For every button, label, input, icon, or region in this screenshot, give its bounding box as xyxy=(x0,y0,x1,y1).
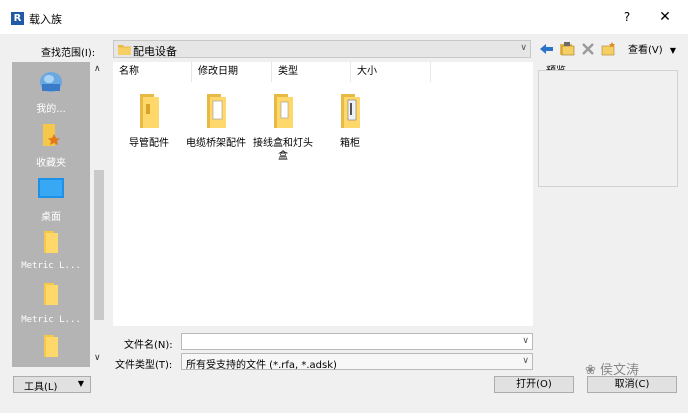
filename-input[interactable]: ∨ xyxy=(181,333,533,350)
dialog-title: 载入族 xyxy=(29,13,62,26)
lookin-dropdown[interactable]: 配电设备 ∨ xyxy=(113,40,531,58)
file-item-cabinets[interactable]: 箱柜 xyxy=(317,92,383,150)
favorites-icon xyxy=(43,124,60,146)
view-label: 查看(V) xyxy=(628,45,663,56)
scrollbar-thumb[interactable] xyxy=(94,170,104,320)
open-button[interactable]: 打开(O) xyxy=(494,376,574,393)
file-name: 接线盒和灯头盒 xyxy=(253,138,313,162)
caret-down-icon: ▼ xyxy=(77,379,84,388)
caret-down-icon: ▼ xyxy=(669,46,676,55)
delete-icon[interactable] xyxy=(580,41,596,57)
up-folder-icon[interactable] xyxy=(559,41,575,57)
computer-icon xyxy=(40,72,62,92)
column-header-size[interactable]: 大小 xyxy=(351,62,431,82)
folder-icon xyxy=(207,94,226,128)
file-name: 箱柜 xyxy=(340,138,360,149)
column-header-type[interactable]: 类型 xyxy=(272,62,351,82)
watermark: ❀ 侯文涛 xyxy=(585,359,639,378)
folder-icon xyxy=(341,94,360,128)
folder-icon xyxy=(140,94,159,128)
folder-icon xyxy=(44,283,58,305)
folder-icon xyxy=(44,231,58,253)
lookin-label: 查找范围(I): xyxy=(41,48,96,59)
load-family-dialog: R 载入族 ? ✕ 查找范围(I): 配电设备 ∨ 查看(V) ▼ 我的... … xyxy=(0,0,688,413)
place-label: 收藏夹 xyxy=(36,158,66,169)
tools-label: 工具(L) xyxy=(24,382,58,393)
scroll-down-icon[interactable]: ∨ xyxy=(94,353,101,363)
filetype-value: 所有受支持的文件 (*.rfa, *.adsk) xyxy=(186,360,337,371)
title-bar: R 载入族 ? ✕ xyxy=(0,0,688,34)
filename-label: 文件名(N): xyxy=(124,340,173,351)
preview-pane xyxy=(538,70,678,187)
place-item-metric-library-1[interactable]: Metric L... xyxy=(12,230,90,276)
new-folder-icon[interactable] xyxy=(601,41,617,57)
column-header-name[interactable]: 名称 xyxy=(113,62,192,82)
revit-logo-icon: R xyxy=(11,12,24,25)
file-list[interactable]: 名称 修改日期 类型 大小 导管配件 电缆桥架配件 接线盒和灯头盒 箱柜 xyxy=(113,62,533,326)
file-name: 电缆桥架配件 xyxy=(186,138,246,149)
place-item-my-computer[interactable]: 我的... xyxy=(12,70,90,115)
place-item-partial[interactable] xyxy=(12,334,90,364)
places-bar: 我的... 收藏夹 桌面 Metric L... Metric L... ∧ ∨ xyxy=(12,62,106,367)
chevron-down-icon[interactable]: ∨ xyxy=(522,336,529,346)
place-item-metric-library-2[interactable]: Metric L... xyxy=(12,282,90,328)
folder-icon xyxy=(44,335,58,357)
scroll-up-icon[interactable]: ∧ xyxy=(94,64,101,74)
places-scrollbar[interactable]: ∧ ∨ xyxy=(92,62,106,367)
wechat-logo-icon: ❀ xyxy=(585,363,596,378)
desktop-icon xyxy=(38,178,64,198)
lookin-value: 配电设备 xyxy=(133,45,177,58)
column-header-date-modified[interactable]: 修改日期 xyxy=(192,62,272,82)
folder-icon xyxy=(274,94,293,128)
help-button[interactable]: ? xyxy=(619,9,635,25)
view-menu-button[interactable]: 查看(V) ▼ xyxy=(628,41,676,56)
place-item-desktop[interactable]: 桌面 xyxy=(12,176,90,224)
back-arrow-icon[interactable] xyxy=(539,41,555,57)
place-label: Metric L... xyxy=(21,261,81,271)
cancel-button[interactable]: 取消(C) xyxy=(587,376,677,393)
folder-icon xyxy=(118,45,131,55)
place-label: 我的... xyxy=(36,104,66,115)
filetype-dropdown[interactable]: 所有受支持的文件 (*.rfa, *.adsk) ∨ xyxy=(181,353,533,371)
watermark-text: 侯文涛 xyxy=(600,363,640,378)
tools-button[interactable]: 工具(L) ▼ xyxy=(13,376,91,393)
place-item-favorites[interactable]: 收藏夹 xyxy=(12,122,90,169)
place-label: Metric L... xyxy=(21,315,81,325)
chevron-down-icon: ∨ xyxy=(522,356,529,366)
file-name: 导管配件 xyxy=(129,138,169,149)
place-label: 桌面 xyxy=(41,212,61,223)
file-item-junction-boxes[interactable]: 接线盒和灯头盒 xyxy=(250,92,316,163)
file-item-conduit-fittings[interactable]: 导管配件 xyxy=(116,92,182,150)
close-button[interactable]: ✕ xyxy=(656,8,674,26)
file-item-cable-tray-fittings[interactable]: 电缆桥架配件 xyxy=(183,92,249,150)
places-list: 我的... 收藏夹 桌面 Metric L... Metric L... xyxy=(12,62,90,367)
chevron-down-icon: ∨ xyxy=(520,43,527,53)
filetype-label: 文件类型(T): xyxy=(115,360,173,371)
